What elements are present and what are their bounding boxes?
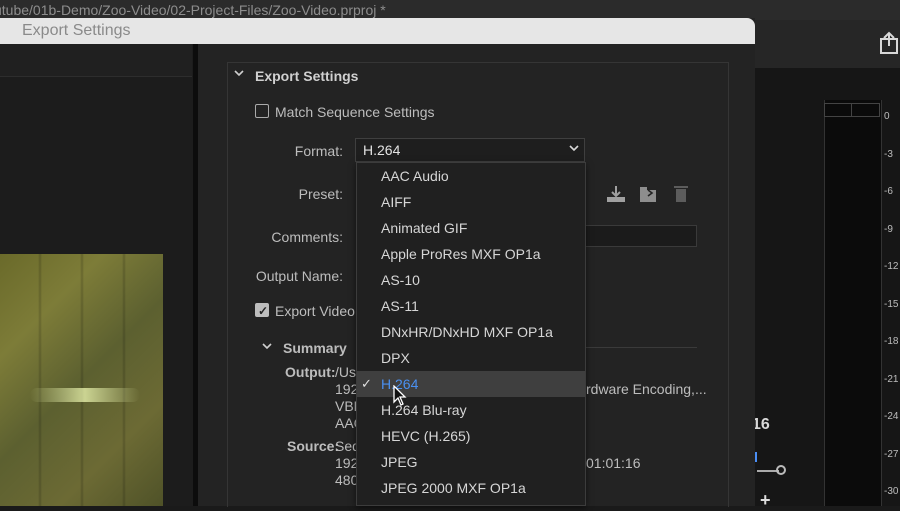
chevron-down-icon[interactable]: [568, 142, 580, 156]
match-sequence-label: Match Sequence Settings: [275, 104, 435, 120]
meter-tick-label: -12: [884, 261, 899, 272]
file-path-text: utube/01b-Demo/Zoo-Video/02-Project-File…: [0, 2, 386, 18]
export-video-label: Export Video: [275, 303, 355, 319]
share-icon[interactable]: [878, 30, 900, 56]
meter-tick-label: -27: [884, 448, 899, 460]
meter-tick-label: -6: [884, 186, 893, 197]
format-option-label: Apple ProRes MXF OP1a: [381, 246, 541, 262]
format-option-label: AS-11: [381, 298, 419, 314]
meter-channel-left: [824, 103, 852, 117]
mouse-pointer-icon: [393, 384, 407, 407]
summary-output-line: /Us: [335, 364, 356, 380]
chevron-down-icon[interactable]: [261, 340, 273, 354]
dialog-title: Export Settings: [22, 22, 131, 39]
zoom-slider-handle[interactable]: [776, 465, 786, 475]
comments-input[interactable]: [580, 225, 697, 247]
format-label: Format:: [294, 143, 343, 159]
format-option-label: HEVC (H.265): [381, 428, 471, 444]
format-option-label: AIFF: [381, 194, 412, 210]
summary-title: Summary: [283, 340, 347, 356]
format-option-label: AS-10: [381, 272, 420, 288]
match-sequence-checkbox[interactable]: [255, 104, 269, 118]
format-option-label: AAC Audio: [381, 168, 449, 184]
video-preview-highlight: [30, 388, 140, 402]
plus-icon[interactable]: +: [760, 490, 771, 511]
meter-channel-right: [851, 103, 880, 117]
summary-source-label: Source:: [287, 438, 340, 454]
summary-divider: [585, 347, 697, 348]
preset-label: Preset:: [298, 186, 343, 202]
meter-tick-label: -24: [884, 411, 899, 422]
summary-source-line: 480: [335, 472, 359, 488]
summary-source-line: 192: [335, 455, 359, 471]
audio-meter: [824, 100, 882, 506]
summary-output-detail: rdware Encoding,...: [586, 381, 707, 397]
meter-tick-label: -30: [884, 486, 899, 497]
format-option-label: DNxHR/DNxHD MXF OP1a: [381, 324, 553, 340]
meter-tick-label: -3: [884, 148, 893, 160]
video-preview-texture: [0, 254, 163, 506]
output-name-label: Output Name:: [255, 268, 343, 284]
meter-tick-label: 0: [884, 111, 890, 122]
section-title: Export Settings: [255, 68, 359, 84]
checkmark-icon: ✓: [361, 376, 372, 391]
checkmark-icon: ✓: [257, 304, 269, 318]
export-video-checkbox[interactable]: ✓: [255, 303, 269, 318]
trash-icon[interactable]: [670, 183, 692, 203]
comments-label: Comments:: [271, 229, 343, 245]
import-preset-icon[interactable]: [637, 184, 659, 204]
format-option-label: JPEG: [381, 454, 418, 470]
format-value: H.264: [363, 142, 401, 158]
chevron-down-icon[interactable]: [233, 67, 245, 81]
meter-tick-label: -9: [884, 223, 893, 235]
format-option-label: DPX: [381, 350, 410, 366]
format-option-label: JPEG 2000 MXF OP1a: [381, 480, 526, 496]
save-preset-icon[interactable]: [605, 184, 627, 204]
preview-pane-header: [0, 44, 192, 77]
summary-source-detail: 01:01:16: [586, 455, 641, 471]
meter-tick-label: -15: [884, 298, 899, 310]
summary-output-label: Output:: [285, 364, 336, 380]
format-option-label: Animated GIF: [381, 220, 468, 236]
meter-tick-label: -18: [884, 336, 899, 347]
summary-output-line: 192: [335, 381, 359, 397]
meter-tick-label: -21: [884, 373, 899, 385]
